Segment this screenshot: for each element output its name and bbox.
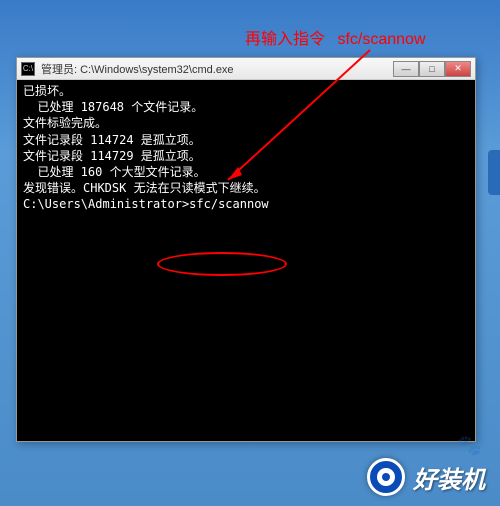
window-controls: — □ ✕: [393, 61, 471, 77]
watermark-logo-icon: [367, 458, 405, 496]
window-title: 管理员: C:\Windows\system32\cmd.exe: [41, 61, 393, 77]
cmd-prompt-line: C:\Users\Administrator>sfc/scannow: [23, 196, 469, 212]
titlebar[interactable]: C:\ 管理员: C:\Windows\system32\cmd.exe — □…: [17, 58, 475, 80]
watermark-text: 好装机: [413, 460, 485, 495]
cmd-icon: C:\: [21, 62, 35, 76]
cmd-terminal[interactable]: 已损坏。 已处理 187648 个文件记录。 文件标验完成。 文件记录段 114…: [17, 80, 475, 441]
minimize-button[interactable]: —: [393, 61, 419, 77]
paw-icon: 🐾: [457, 433, 482, 458]
cmd-output-line: 已损坏。: [23, 83, 469, 99]
cmd-output-line: 文件标验完成。: [23, 115, 469, 131]
cmd-output-line: 文件记录段 114729 是孤立项。: [23, 148, 469, 164]
cmd-output-line: 文件记录段 114724 是孤立项。: [23, 132, 469, 148]
annotation-text: 再输入指令: [245, 31, 325, 48]
cmd-window: C:\ 管理员: C:\Windows\system32\cmd.exe — □…: [16, 57, 476, 442]
watermark: 好装机: [367, 458, 485, 496]
desktop-edge: [488, 150, 500, 195]
cmd-output-line: 已处理 187648 个文件记录。: [23, 99, 469, 115]
annotation-command: sfc/scannow: [337, 31, 425, 48]
cmd-output-line: 发现错误。CHKDSK 无法在只读模式下继续。: [23, 180, 469, 196]
cmd-output-line: 已处理 160 个大型文件记录。: [23, 164, 469, 180]
annotation-ellipse: [157, 252, 287, 276]
close-button[interactable]: ✕: [445, 61, 471, 77]
maximize-button[interactable]: □: [419, 61, 445, 77]
annotation-label: 再输入指令 sfc/scannow: [245, 25, 426, 49]
